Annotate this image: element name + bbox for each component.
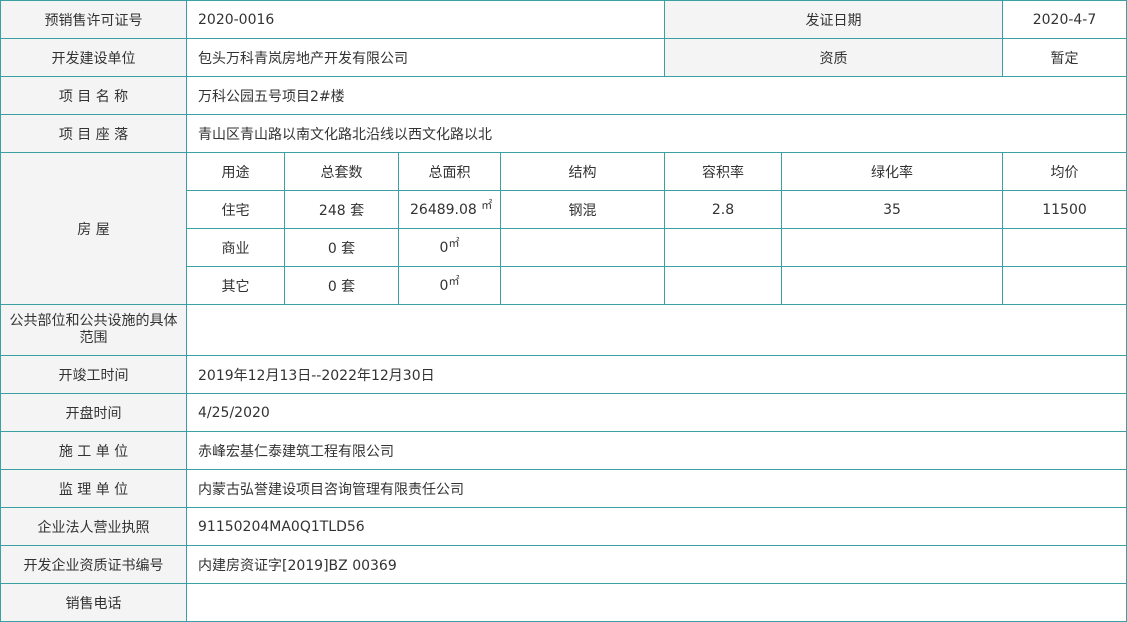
housing-header-plot-ratio: 容积率 — [664, 152, 782, 191]
housing-units: 0 套 — [284, 266, 399, 305]
row-developer: 开发建设单位 包头万科青岚房地产开发有限公司 资质 暂定 — [0, 38, 1127, 77]
housing-use: 住宅 — [186, 190, 285, 229]
housing-area: 0㎡ — [398, 228, 501, 267]
area-unit: ㎡ — [448, 273, 460, 287]
license-label: 预销售许可证号 — [0, 0, 187, 39]
developer-label: 开发建设单位 — [0, 38, 187, 77]
supervisor-label: 监 理 单 位 — [0, 469, 187, 508]
supervisor-value: 内蒙古弘誉建设项目咨询管理有限责任公司 — [186, 469, 1127, 508]
housing-green-ratio: 35 — [781, 190, 1003, 229]
housing-units: 0 套 — [284, 228, 399, 267]
area-unit: ㎡ — [448, 235, 460, 249]
housing-green-ratio — [781, 266, 1003, 305]
contractor-value: 赤峰宏基仁泰建筑工程有限公司 — [186, 431, 1127, 470]
public-facilities-value — [186, 304, 1127, 356]
opening-time-value: 4/25/2020 — [186, 393, 1127, 432]
housing-area: 26489.08 ㎡ — [398, 190, 501, 229]
housing-header-green-ratio: 绿化率 — [781, 152, 1003, 191]
housing-header-units: 总套数 — [284, 152, 399, 191]
housing-header-row: 房 屋 用途 总套数 总面积 结构 容积率 绿化率 均价 — [0, 152, 1127, 305]
row-supervisor: 监 理 单 位 内蒙古弘誉建设项目咨询管理有限责任公司 — [0, 469, 1127, 508]
area-unit: ㎡ — [481, 197, 493, 211]
housing-plot-ratio: 2.8 — [664, 190, 782, 229]
housing-label: 房 屋 — [0, 152, 187, 305]
housing-units: 248 套 — [284, 190, 399, 229]
row-project-location: 项 目 座 落 青山区青山路以南文化路北沿线以西文化路以北 — [0, 114, 1127, 153]
project-location-label: 项 目 座 落 — [0, 114, 187, 153]
housing-plot-ratio — [664, 228, 782, 267]
housing-use: 其它 — [186, 266, 285, 305]
housing-green-ratio — [781, 228, 1003, 267]
row-project-name: 项 目 名 称 万科公园五号项目2#楼 — [0, 76, 1127, 115]
qualification-cert-value: 内建房资证字[2019]BZ 00369 — [186, 545, 1127, 584]
housing-avg-price: 11500 — [1002, 190, 1127, 229]
row-public-facilities: 公共部位和公共设施的具体范围 — [0, 304, 1127, 356]
housing-structure — [500, 266, 665, 305]
row-opening-time: 开盘时间 4/25/2020 — [0, 393, 1127, 432]
housing-area: 0㎡ — [398, 266, 501, 305]
project-location-value: 青山区青山路以南文化路北沿线以西文化路以北 — [186, 114, 1127, 153]
housing-header-structure: 结构 — [500, 152, 665, 191]
sales-phone-label: 销售电话 — [0, 583, 187, 622]
housing-avg-price — [1002, 228, 1127, 267]
issue-date-value: 2020-4-7 — [1002, 0, 1127, 39]
housing-avg-price — [1002, 266, 1127, 305]
construction-period-value: 2019年12月13日--2022年12月30日 — [186, 355, 1127, 394]
project-name-value: 万科公园五号项目2#楼 — [186, 76, 1127, 115]
construction-period-label: 开竣工时间 — [0, 355, 187, 394]
qualification-value: 暂定 — [1002, 38, 1127, 77]
row-qualification-cert: 开发企业资质证书编号 内建房资证字[2019]BZ 00369 — [0, 545, 1127, 584]
developer-value: 包头万科青岚房地产开发有限公司 — [186, 38, 665, 77]
row-business-license: 企业法人营业执照 91150204MA0Q1TLD56 — [0, 507, 1127, 546]
contractor-label: 施 工 单 位 — [0, 431, 187, 470]
row-construction-period: 开竣工时间 2019年12月13日--2022年12月30日 — [0, 355, 1127, 394]
row-sales-phone: 销售电话 — [0, 583, 1127, 622]
license-value: 2020-0016 — [186, 0, 665, 39]
public-facilities-label: 公共部位和公共设施的具体范围 — [0, 304, 187, 356]
qualification-label: 资质 — [664, 38, 1003, 77]
row-license: 预销售许可证号 2020-0016 发证日期 2020-4-7 — [0, 0, 1127, 39]
business-license-label: 企业法人营业执照 — [0, 507, 187, 546]
opening-time-label: 开盘时间 — [0, 393, 187, 432]
housing-header-area: 总面积 — [398, 152, 501, 191]
issue-date-label: 发证日期 — [664, 0, 1003, 39]
housing-structure: 钢混 — [500, 190, 665, 229]
housing-use: 商业 — [186, 228, 285, 267]
presale-license-table: 预销售许可证号 2020-0016 发证日期 2020-4-7 开发建设单位 包… — [0, 0, 1127, 622]
project-name-label: 项 目 名 称 — [0, 76, 187, 115]
housing-header-use: 用途 — [186, 152, 285, 191]
housing-structure — [500, 228, 665, 267]
sales-phone-value — [186, 583, 1127, 622]
qualification-cert-label: 开发企业资质证书编号 — [0, 545, 187, 584]
business-license-value: 91150204MA0Q1TLD56 — [186, 507, 1127, 546]
housing-plot-ratio — [664, 266, 782, 305]
housing-header-avg-price: 均价 — [1002, 152, 1127, 191]
row-contractor: 施 工 单 位 赤峰宏基仁泰建筑工程有限公司 — [0, 431, 1127, 470]
